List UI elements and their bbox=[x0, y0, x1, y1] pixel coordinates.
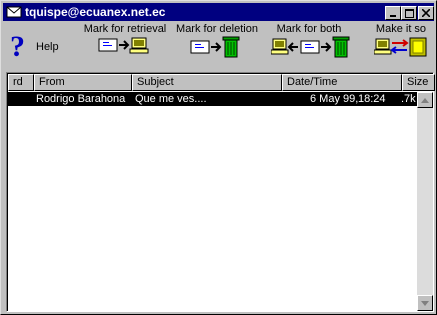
column-header-read[interactable]: rd bbox=[8, 74, 34, 91]
retrieval-icon bbox=[98, 37, 149, 54]
svg-text:?: ? bbox=[10, 30, 25, 61]
window-title: tquispe@ecuanex.net.ec bbox=[25, 5, 166, 19]
scroll-up-button[interactable] bbox=[417, 92, 433, 108]
message-row[interactable]: Rodrigo Barahona Que me ves.... 6 May 99… bbox=[8, 92, 417, 106]
mark-deletion-button[interactable]: Mark for deletion bbox=[175, 23, 259, 58]
mark-both-button[interactable]: Mark for both bbox=[271, 23, 350, 58]
message-time: 18:24 bbox=[358, 93, 386, 105]
make-it-so-icon bbox=[374, 37, 427, 57]
column-header-subject[interactable]: Subject bbox=[132, 74, 282, 91]
scroll-down-button[interactable] bbox=[417, 295, 433, 311]
both-icon bbox=[271, 36, 350, 58]
minimize-icon bbox=[390, 15, 396, 17]
help-label[interactable]: Help bbox=[36, 41, 59, 53]
mark-deletion-label: Mark for deletion bbox=[176, 23, 258, 35]
mark-retrieval-label: Mark for retrieval bbox=[83, 23, 167, 35]
column-header-date-time[interactable]: Date/Time bbox=[282, 74, 402, 91]
vertical-scrollbar[interactable] bbox=[417, 92, 433, 311]
main-window: tquispe@ecuanex.net.ec ? Help Mark for r… bbox=[0, 0, 437, 315]
arrow-up-icon bbox=[421, 97, 429, 103]
make-it-so-label: Make it so bbox=[375, 23, 427, 35]
toolbar: ? Help Mark for retrieval Mark for delet… bbox=[3, 23, 434, 71]
question-mark-icon: ? bbox=[10, 30, 25, 63]
deletion-icon bbox=[190, 36, 240, 58]
message-date: 6 May 99, bbox=[310, 93, 359, 105]
minimize-button[interactable] bbox=[385, 6, 401, 20]
mark-retrieval-button[interactable]: Mark for retrieval bbox=[83, 23, 167, 54]
mark-both-label: Mark for both bbox=[276, 23, 342, 35]
message-list[interactable]: rd From Subject Date/Time Size Rodrigo B… bbox=[7, 73, 435, 311]
column-header-size[interactable]: Size bbox=[402, 74, 435, 91]
maximize-button[interactable] bbox=[401, 6, 417, 20]
close-icon bbox=[422, 9, 430, 17]
message-from: Rodrigo Barahona bbox=[36, 93, 126, 105]
message-size: .7k bbox=[401, 93, 416, 105]
message-subject: Que me ves.... bbox=[135, 93, 207, 105]
help-button[interactable]: ? bbox=[7, 29, 29, 64]
close-button[interactable] bbox=[418, 6, 434, 20]
message-list-frame: rd From Subject Date/Time Size Rodrigo B… bbox=[6, 72, 435, 312]
make-it-so-button[interactable]: Make it so bbox=[371, 23, 431, 58]
envelope-icon bbox=[6, 5, 22, 19]
title-bar[interactable]: tquispe@ecuanex.net.ec bbox=[3, 3, 434, 21]
maximize-icon bbox=[404, 8, 414, 18]
arrow-down-icon bbox=[421, 300, 429, 306]
column-header-from[interactable]: From bbox=[34, 74, 132, 91]
